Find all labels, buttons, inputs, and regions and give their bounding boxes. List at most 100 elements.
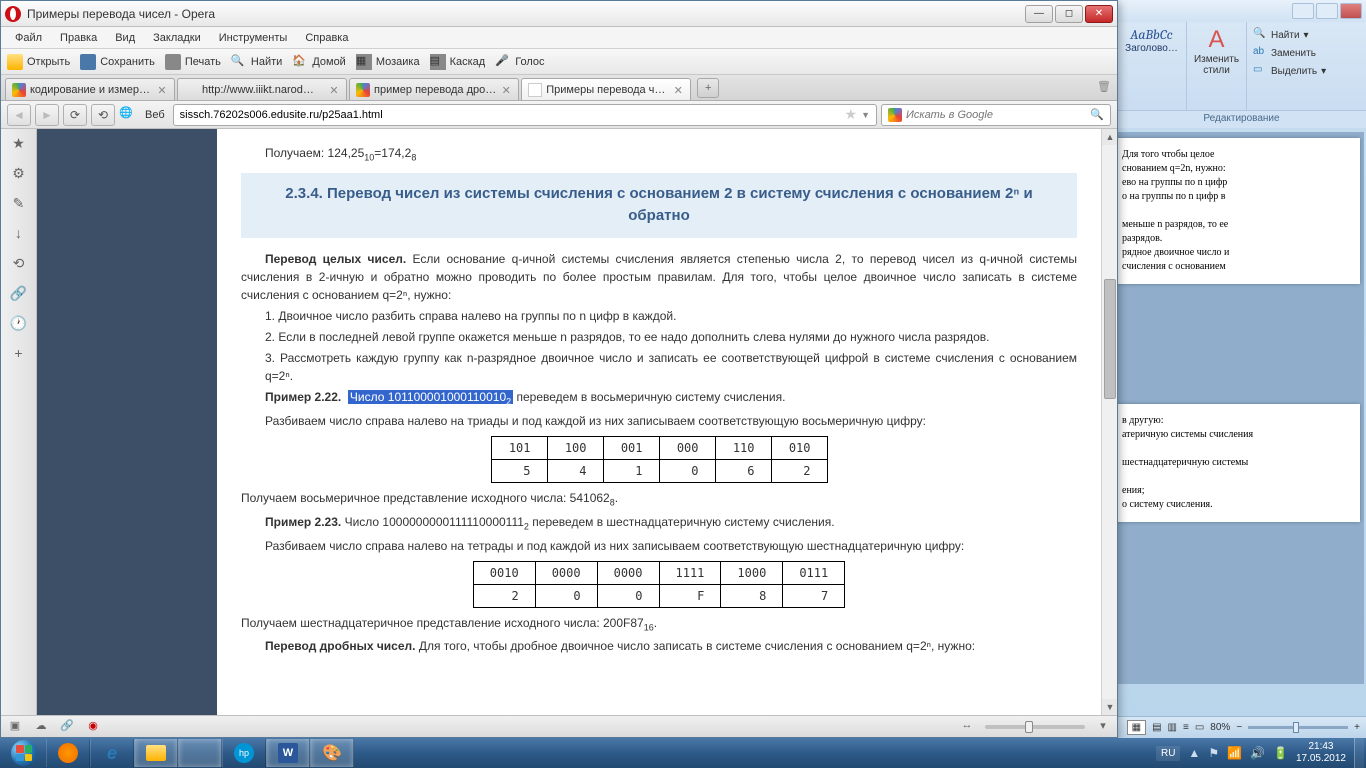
forward-button[interactable]: ► xyxy=(35,104,59,126)
start-button[interactable] xyxy=(2,739,46,767)
url-dropdown-icon[interactable]: ▼ xyxy=(857,110,870,120)
zoom-in-button[interactable]: + xyxy=(1354,722,1360,733)
url-input-box[interactable]: ★ ▼ xyxy=(173,104,877,126)
search-submit-icon[interactable]: 🔍 xyxy=(1090,108,1104,121)
back-button[interactable]: ◄ xyxy=(7,104,31,126)
tab-close-icon[interactable]: ✕ xyxy=(500,84,512,96)
word-style-gallery-item[interactable]: AaBbCc Заголово… xyxy=(1117,22,1187,110)
taskbar-word[interactable]: W xyxy=(266,739,310,767)
stop-home-button[interactable]: ⟲ xyxy=(91,104,115,126)
tab-3[interactable]: пример перевода дро…✕ xyxy=(349,78,519,100)
word-close-button[interactable] xyxy=(1340,3,1362,19)
link-icon[interactable]: 🔗 xyxy=(59,719,75,735)
bookmark-star-icon[interactable]: ★ xyxy=(845,106,858,123)
menu-bookmarks[interactable]: Закладки xyxy=(145,30,209,46)
tray-power-icon[interactable]: 🔋 xyxy=(1273,746,1288,760)
page-viewport[interactable]: Получаем: 124,2510=174,28 2.3.4. Перевод… xyxy=(37,129,1117,715)
list-item-3: 3. Рассмотреть каждую группу как n-разря… xyxy=(241,349,1077,385)
open-button[interactable]: Открыть xyxy=(7,54,70,70)
downloads-panel-icon[interactable]: ↓ xyxy=(10,225,28,243)
voice-button[interactable]: 🎤Голос xyxy=(495,54,544,70)
tab-1[interactable]: кодирование и измер…✕ xyxy=(5,78,175,100)
find-icon: 🔍 xyxy=(1253,28,1267,42)
zoom-thumb[interactable] xyxy=(1025,721,1033,733)
menu-file[interactable]: Файл xyxy=(7,30,50,46)
taskbar-media-player[interactable] xyxy=(46,739,90,767)
clock-date: 17.05.2012 xyxy=(1296,753,1346,765)
reload-button[interactable]: ⟳ xyxy=(63,104,87,126)
sync-icon[interactable]: ☁ xyxy=(33,719,49,735)
fit-width-icon[interactable]: ↔ xyxy=(959,719,975,735)
url-input[interactable] xyxy=(180,109,845,121)
menu-tools[interactable]: Инструменты xyxy=(211,30,296,46)
show-desktop-button[interactable] xyxy=(1354,738,1364,768)
tray-show-hidden-icon[interactable]: ▲ xyxy=(1188,746,1200,760)
maximize-button[interactable]: ◻ xyxy=(1055,5,1083,23)
tab-2[interactable]: http://www.iiikt.narod…✕ xyxy=(177,78,347,100)
print-button[interactable]: Печать xyxy=(165,54,221,70)
word-minimize-button[interactable] xyxy=(1292,3,1314,19)
scroll-up-arrow[interactable]: ▲ xyxy=(1102,129,1117,145)
table-row: 541062 xyxy=(491,459,827,482)
close-button[interactable]: ✕ xyxy=(1085,5,1113,23)
search-input[interactable] xyxy=(906,109,1086,121)
opera-titlebar[interactable]: Примеры перевода чисел - Opera — ◻ ✕ xyxy=(1,1,1117,27)
bookmarks-panel-icon[interactable]: ★ xyxy=(10,135,28,153)
list-item-1: 1. Двоичное число разбить справа налево … xyxy=(241,307,1077,325)
notes-panel-icon[interactable]: ✎ xyxy=(10,195,28,213)
scroll-down-arrow[interactable]: ▼ xyxy=(1102,699,1117,715)
view-web-layout-icon[interactable]: ▥ xyxy=(1168,722,1177,733)
tray-volume-icon[interactable]: 🔊 xyxy=(1250,746,1265,760)
zoom-slider[interactable] xyxy=(985,725,1085,729)
tab-close-icon[interactable]: ✕ xyxy=(672,84,684,96)
zoom-percent[interactable]: 80% xyxy=(1210,722,1230,733)
widgets-panel-icon[interactable]: ⚙ xyxy=(10,165,28,183)
taskbar-ie[interactable]: e xyxy=(90,739,134,767)
zoom-out-button[interactable]: − xyxy=(1236,722,1242,733)
replace-button[interactable]: abЗаменить xyxy=(1251,44,1362,62)
cascade-button[interactable]: ▤Каскад xyxy=(430,54,486,70)
find-button[interactable]: 🔍Найти xyxy=(231,54,282,70)
tab-close-icon[interactable]: ✕ xyxy=(156,84,168,96)
scroll-thumb[interactable] xyxy=(1104,279,1116,399)
panel-toggle-icon[interactable]: ▣ xyxy=(7,719,23,735)
word-change-styles-button[interactable]: A Изменить стили xyxy=(1187,22,1247,110)
menu-view[interactable]: Вид xyxy=(107,30,143,46)
view-draft-icon[interactable]: ▭ xyxy=(1195,722,1204,733)
menu-edit[interactable]: Правка xyxy=(52,30,105,46)
zoom-dropdown-icon[interactable]: ▾ xyxy=(1095,719,1111,735)
taskbar-paint[interactable]: 🎨 xyxy=(310,739,354,767)
zoom-slider[interactable] xyxy=(1248,726,1348,729)
unite-panel-icon[interactable]: 🕐 xyxy=(10,315,28,333)
word-restore-button[interactable] xyxy=(1316,3,1338,19)
view-print-layout-icon[interactable]: ▦ xyxy=(1127,720,1146,735)
view-outline-icon[interactable]: ≡ xyxy=(1183,722,1189,733)
tab-close-icon[interactable]: ✕ xyxy=(328,84,340,96)
turbo-icon[interactable]: ◉ xyxy=(85,719,101,735)
select-button[interactable]: ▭Выделить ▾ xyxy=(1251,62,1362,80)
taskbar-opera[interactable] xyxy=(178,739,222,767)
language-indicator[interactable]: RU xyxy=(1156,746,1180,761)
tab-4-active[interactable]: Примеры перевода ч…✕ xyxy=(521,78,691,100)
word-document-area: Для того чтобы целое снованием q=2n, нуж… xyxy=(1106,132,1364,684)
vertical-scrollbar[interactable]: ▲ ▼ xyxy=(1101,129,1117,715)
tray-action-center-icon[interactable]: ⚑ xyxy=(1208,746,1219,760)
taskbar-explorer[interactable] xyxy=(134,739,178,767)
home-button[interactable]: 🏠Домой xyxy=(292,54,346,70)
menu-help[interactable]: Справка xyxy=(297,30,356,46)
taskbar-hp[interactable]: hp xyxy=(222,739,266,767)
view-full-screen-icon[interactable]: ▤ xyxy=(1152,722,1161,733)
closed-tabs-trash-icon[interactable]: 🗑 xyxy=(1095,80,1113,98)
links-panel-icon[interactable]: 🔗 xyxy=(10,285,28,303)
new-tab-button[interactable]: + xyxy=(697,78,719,98)
find-button[interactable]: 🔍Найти ▾ xyxy=(1251,26,1362,44)
add-panel-icon[interactable]: + xyxy=(10,345,28,363)
minimize-button[interactable]: — xyxy=(1025,5,1053,23)
clock[interactable]: 21:43 17.05.2012 xyxy=(1296,741,1346,765)
tray-network-icon[interactable]: 📶 xyxy=(1227,746,1242,760)
open-label: Открыть xyxy=(27,56,70,68)
mosaic-button[interactable]: ▦Мозаика xyxy=(356,54,420,70)
save-button[interactable]: Сохранить xyxy=(80,54,155,70)
search-box[interactable]: 🔍 xyxy=(881,104,1111,126)
history-panel-icon[interactable]: ⟲ xyxy=(10,255,28,273)
